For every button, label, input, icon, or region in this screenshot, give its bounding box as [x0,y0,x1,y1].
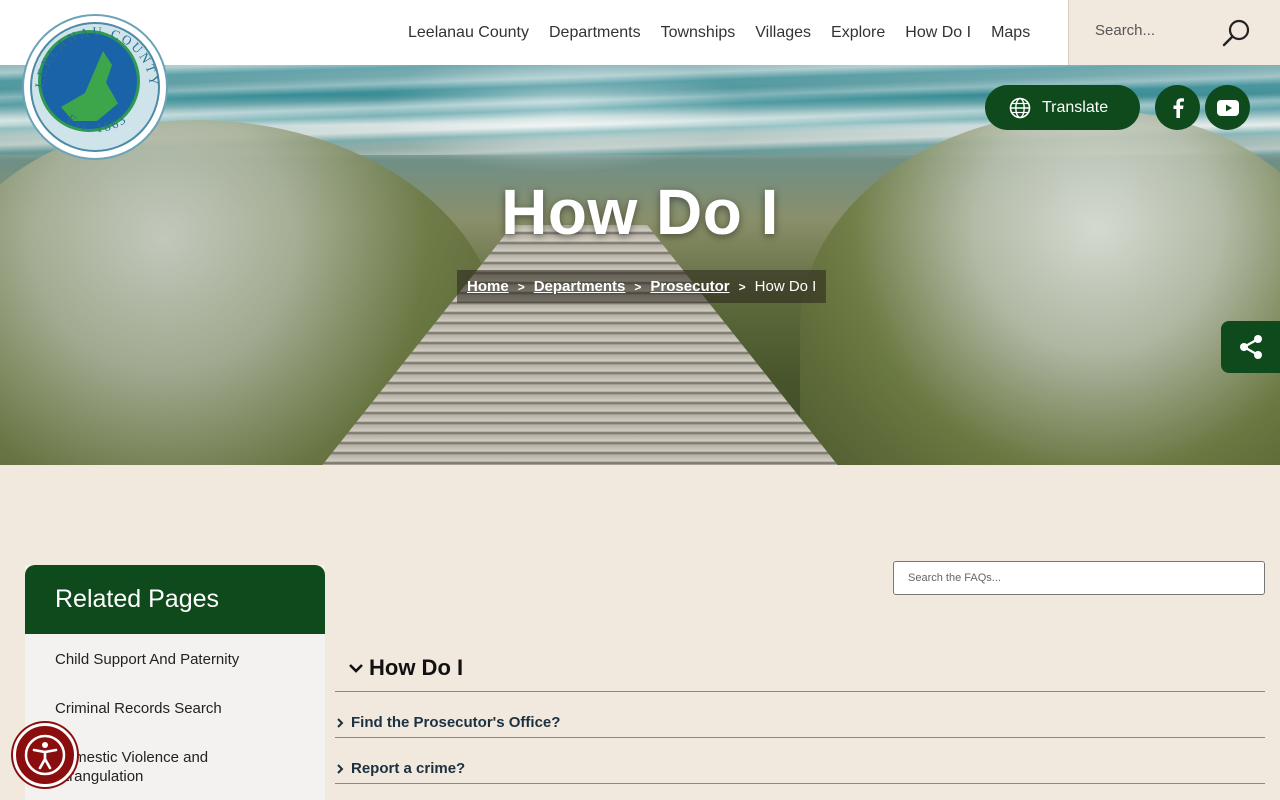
chevron-right-icon: > [738,279,746,294]
accessibility-icon [24,734,66,776]
faq-question[interactable]: Report a crime? [335,754,1265,784]
breadcrumb: Home > Departments > Prosecutor > How Do… [457,270,827,303]
youtube-button[interactable] [1205,85,1250,130]
globe-icon [1009,97,1031,118]
seal-text: LEELANAU COUNTY Est. 1863 [32,24,162,135]
faq-question-text: Find the Prosecutor's Office? [351,714,561,731]
breadcrumb-home[interactable]: Home [467,278,509,295]
search-icon [1222,19,1250,47]
svg-text:Est. 1863: Est. 1863 [64,111,130,135]
search-input[interactable] [1095,22,1215,39]
translate-label: Translate [1042,98,1109,116]
seal-name-text: LEELANAU COUNTY [32,24,160,89]
faq-category-title: How Do I [369,655,464,680]
chevron-down-icon [349,664,363,673]
breadcrumb-departments[interactable]: Departments [534,278,626,295]
facebook-icon [1173,97,1184,118]
breadcrumb-prosecutor[interactable]: Prosecutor [650,278,729,295]
nav-item-leelanau-county[interactable]: Leelanau County [398,24,539,42]
page-title: How Do I [501,176,779,248]
sidebar-item-child-support[interactable]: Child Support And Paternity [25,650,325,669]
svg-text:LEELANAU COUNTY: LEELANAU COUNTY [32,24,162,89]
nav-item-how-do-i[interactable]: How Do I [895,24,981,42]
nav-item-townships[interactable]: Townships [651,24,746,42]
nav-item-maps[interactable]: Maps [981,24,1040,42]
nav-item-villages[interactable]: Villages [745,24,821,42]
sidebar-item-criminal-records[interactable]: Criminal Records Search [25,699,325,718]
chevron-right-icon [337,763,344,774]
related-pages-title: Related Pages [25,565,325,634]
faq-category-toggle[interactable]: How Do I [335,645,1265,692]
share-icon [1239,335,1262,359]
search-button[interactable] [1220,18,1252,50]
nav-item-departments[interactable]: Departments [539,24,651,42]
facebook-button[interactable] [1155,85,1200,130]
seal-est-text: Est. 1863 [64,111,128,135]
faq-search-input[interactable] [893,561,1265,595]
chevron-right-icon: > [634,279,642,294]
translate-button[interactable]: Translate [985,85,1140,130]
share-button[interactable] [1221,321,1280,373]
youtube-icon [1216,99,1239,116]
faq-question-text: Report a crime? [351,760,466,777]
nav-item-explore[interactable]: Explore [821,24,895,42]
main-nav: Leelanau County Departments Townships Vi… [398,0,1040,65]
faq-question[interactable]: Find the Prosecutor's Office? [335,708,1265,738]
county-seal-logo[interactable]: LEELANAU COUNTY Est. 1863 [22,14,168,160]
chevron-right-icon [337,717,344,728]
chevron-right-icon: > [517,279,525,294]
accessibility-button[interactable] [13,723,77,787]
breadcrumb-current: How Do I [754,278,817,295]
hero-dune-right [800,110,1280,465]
